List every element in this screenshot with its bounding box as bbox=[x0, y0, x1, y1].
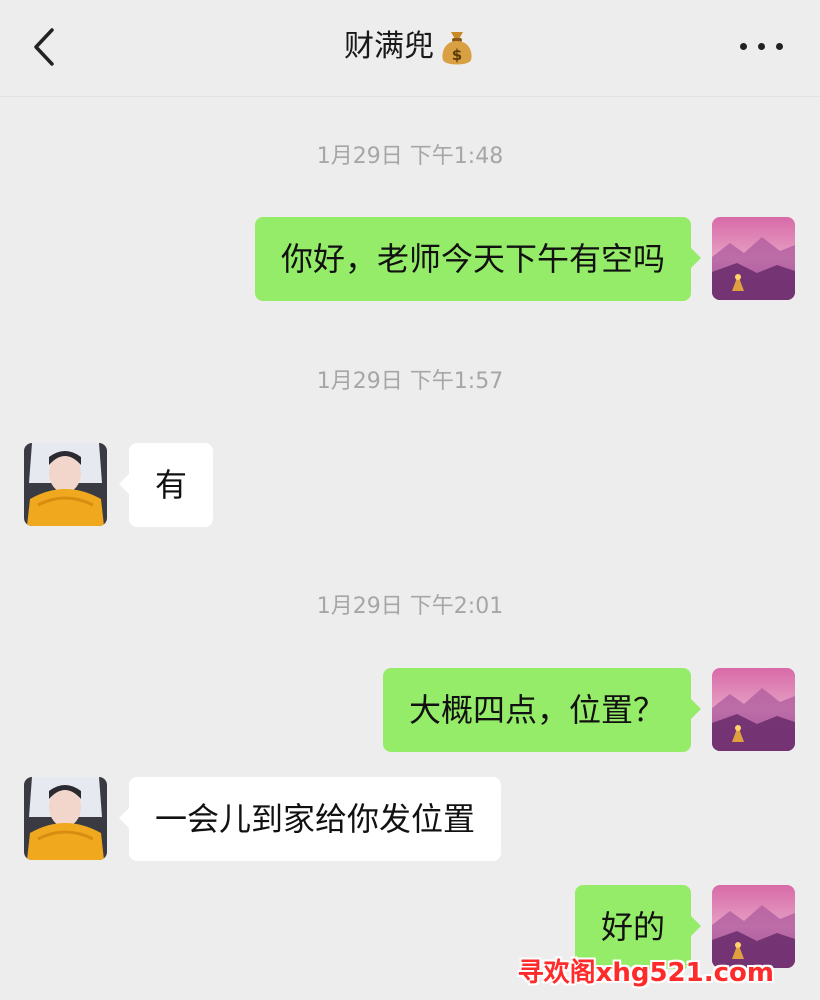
contact-avatar-image bbox=[24, 443, 107, 526]
contact-message-bubble[interactable]: 有 bbox=[118, 443, 214, 527]
chat-header: 财满兜 $ bbox=[0, 0, 820, 97]
message-timestamp: 1月29日 下午2:01 bbox=[316, 594, 504, 619]
more-dot bbox=[740, 43, 747, 50]
contact-avatar[interactable] bbox=[24, 777, 107, 860]
more-options-button[interactable] bbox=[740, 40, 786, 54]
my-message-bubble[interactable]: 大概四点，位置？ bbox=[382, 668, 702, 752]
message-timestamp: 1月29日 下午1:48 bbox=[316, 144, 504, 169]
contact-message-bubble[interactable]: 一会儿到家给你发位置 bbox=[118, 777, 502, 861]
more-dot bbox=[758, 43, 765, 50]
contact-avatar-image bbox=[24, 777, 107, 860]
chat-title-bar: 财满兜 $ bbox=[0, 22, 820, 72]
message-timestamp: 1月29日 下午1:57 bbox=[316, 369, 504, 394]
landscape-avatar-image bbox=[712, 217, 795, 300]
my-avatar[interactable] bbox=[712, 217, 795, 300]
my-message-bubble[interactable]: 你好，老师今天下午有空吗 bbox=[254, 217, 702, 301]
my-avatar[interactable] bbox=[712, 668, 795, 751]
money-bag-icon: $ bbox=[442, 31, 472, 64]
svg-text:$: $ bbox=[452, 46, 462, 64]
chat-title: 财满兜 bbox=[344, 29, 434, 64]
more-dot bbox=[776, 43, 783, 50]
landscape-avatar-image bbox=[712, 668, 795, 751]
watermark-text: 寻欢阁xhg521.com bbox=[517, 958, 774, 988]
contact-avatar[interactable] bbox=[24, 443, 107, 526]
